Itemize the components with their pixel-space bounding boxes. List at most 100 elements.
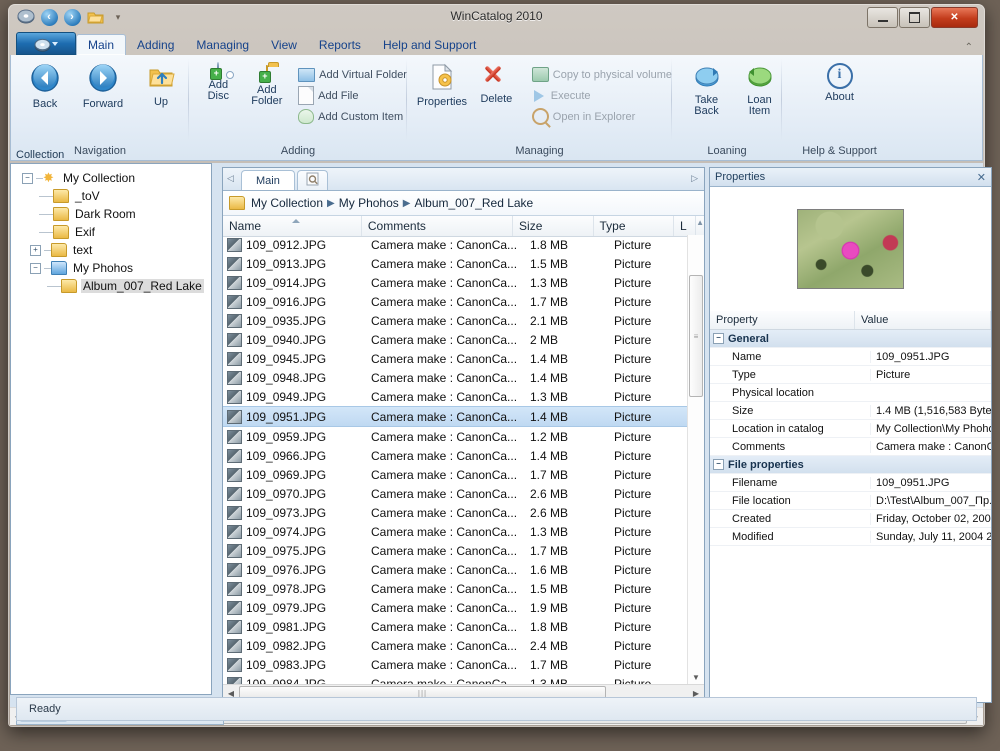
properties-button[interactable]: Properties [415, 63, 469, 108]
table-row[interactable]: 109_0914.JPGCamera make : CanonCa...1.3 … [223, 273, 704, 292]
minimize-ribbon-icon[interactable]: ⌃ [965, 42, 973, 53]
breadcrumb-part-2[interactable]: Album_007_Red Lake [414, 196, 533, 210]
properties-group-row[interactable]: −General [710, 330, 991, 348]
table-row[interactable]: 109_0959.JPGCamera make : CanonCa...1.2 … [223, 427, 704, 446]
table-row[interactable]: 109_0935.JPGCamera make : CanonCa...2.1 … [223, 311, 704, 330]
table-row[interactable]: 109_0912.JPGCamera make : CanonCa...1.8 … [223, 235, 704, 254]
scroll-down-arrow-icon[interactable]: ▼ [688, 669, 704, 685]
breadcrumb[interactable]: My Collection ▶ My Phohos ▶ Album_007_Re… [223, 191, 704, 216]
tab-main[interactable]: Main [76, 34, 126, 55]
table-row[interactable]: 109_0974.JPGCamera make : CanonCa...1.3 … [223, 522, 704, 541]
breadcrumb-part-0[interactable]: My Collection [251, 196, 323, 210]
execute-button[interactable]: Execute [530, 86, 672, 105]
breadcrumb-part-1[interactable]: My Phohos [339, 196, 399, 210]
properties-key: Created [710, 513, 870, 525]
picture-file-icon [227, 620, 242, 634]
add-disc-button[interactable]: + AddDisc [195, 63, 242, 102]
table-row[interactable]: 109_0982.JPGCamera make : CanonCa...2.4 … [223, 636, 704, 655]
tab-reports[interactable]: Reports [308, 35, 372, 55]
loan-item-button[interactable]: LoanItem [737, 63, 782, 117]
properties-key: Modified [710, 531, 870, 543]
ribbon-group-adding: + AddDisc + AddFolder Add Virtual Folder [189, 55, 407, 160]
about-info-icon: i [827, 63, 853, 89]
forward-button[interactable]: Forward [77, 63, 129, 110]
up-button[interactable]: Up [135, 63, 187, 108]
tab-scroll-right-icon[interactable]: ▷ [691, 173, 698, 184]
ribbon-group-loaning: TakeBack LoanItem Loaning [672, 55, 782, 160]
tab-search-view[interactable] [297, 170, 328, 190]
cell-type: Picture [608, 639, 692, 653]
about-button[interactable]: i About [809, 63, 871, 103]
add-virtual-folder-button[interactable]: Add Virtual Folder [296, 65, 407, 84]
folder-icon [53, 225, 69, 239]
column-header-type[interactable]: Type [594, 216, 674, 236]
collapse-icon[interactable]: − [22, 173, 33, 184]
table-row[interactable]: 109_0970.JPGCamera make : CanonCa...2.6 … [223, 484, 704, 503]
table-row[interactable]: 109_0981.JPGCamera make : CanonCa...1.8 … [223, 617, 704, 636]
tab-scroll-left-icon[interactable]: ◁ [227, 173, 234, 184]
copy-to-physical-volume-button[interactable]: Copy to physical volume [530, 65, 672, 84]
loan-item-label-line2: Item [749, 105, 770, 117]
take-back-button[interactable]: TakeBack [684, 63, 729, 117]
minimize-button[interactable] [867, 7, 898, 28]
table-row[interactable]: 109_0969.JPGCamera make : CanonCa...1.7 … [223, 465, 704, 484]
column-header-name[interactable]: Name [223, 216, 362, 236]
table-row[interactable]: 109_0916.JPGCamera make : CanonCa...1.7 … [223, 292, 704, 311]
cell-name: 109_0982.JPG [246, 639, 365, 653]
table-row[interactable]: 109_0979.JPGCamera make : CanonCa...1.9 … [223, 598, 704, 617]
folder-icon [61, 279, 77, 293]
table-row[interactable]: 109_0966.JPGCamera make : CanonCa...1.4 … [223, 446, 704, 465]
cell-name: 109_0970.JPG [246, 487, 365, 501]
tab-view[interactable]: View [260, 35, 308, 55]
open-in-explorer-button[interactable]: Open in Explorer [530, 107, 672, 126]
tree-item-label: text [71, 243, 94, 257]
table-row[interactable]: 109_0913.JPGCamera make : CanonCa...1.5 … [223, 254, 704, 273]
add-folder-button[interactable]: + AddFolder [244, 63, 291, 107]
column-header-size[interactable]: Size [513, 216, 593, 236]
file-list[interactable]: 109_0912.JPGCamera make : CanonCa...1.8 … [223, 235, 704, 685]
table-row[interactable]: 109_0948.JPGCamera make : CanonCa...1.4 … [223, 368, 704, 387]
properties-value: Camera make : CanonC... [870, 441, 991, 453]
list-column-headers[interactable]: Name Comments Size Type L ▲ [223, 216, 704, 237]
application-menu-button[interactable] [16, 32, 76, 55]
tab-managing[interactable]: Managing [185, 35, 260, 55]
properties-value: Picture [870, 369, 991, 381]
cell-type: Picture [608, 333, 692, 347]
scrollbar-thumb[interactable]: ≡ [689, 275, 703, 397]
about-label: About [825, 92, 854, 103]
maximize-button[interactable] [899, 7, 930, 28]
table-row[interactable]: 109_0978.JPGCamera make : CanonCa...1.5 … [223, 579, 704, 598]
add-file-button[interactable]: Add File [296, 86, 407, 105]
window-controls[interactable]: ✕ [867, 7, 978, 28]
picture-file-icon [227, 257, 242, 271]
table-row[interactable]: 109_0940.JPGCamera make : CanonCa...2 MB… [223, 330, 704, 349]
file-list-vertical-scrollbar[interactable]: ▲ ≡ ▼ [687, 235, 704, 685]
back-button[interactable]: Back [19, 63, 71, 110]
add-custom-item-button[interactable]: Add Custom Item [296, 107, 407, 126]
tab-main-view[interactable]: Main [241, 170, 295, 190]
close-button[interactable]: ✕ [931, 7, 978, 28]
tab-help-and-support[interactable]: Help and Support [372, 35, 487, 55]
expand-icon[interactable]: + [30, 245, 41, 256]
scroll-up-arrow-icon[interactable]: ▲ [696, 216, 704, 236]
collapse-icon[interactable]: − [713, 459, 724, 470]
collapse-icon[interactable]: − [713, 333, 724, 344]
delete-button[interactable]: Delete [473, 63, 520, 105]
table-row[interactable]: 109_0976.JPGCamera make : CanonCa...1.6 … [223, 560, 704, 579]
cell-comments: Camera make : CanonCa... [365, 410, 524, 424]
column-header-location[interactable]: L [674, 216, 696, 236]
properties-key: Filename [710, 477, 870, 489]
table-row[interactable]: 109_0973.JPGCamera make : CanonCa...2.6 … [223, 503, 704, 522]
close-icon[interactable]: ✕ [977, 171, 986, 184]
table-row[interactable]: 109_0951.JPGCamera make : CanonCa...1.4 … [223, 406, 704, 427]
table-row[interactable]: 109_0949.JPGCamera make : CanonCa...1.3 … [223, 387, 704, 406]
table-row[interactable]: 109_0945.JPGCamera make : CanonCa...1.4 … [223, 349, 704, 368]
column-header-comments[interactable]: Comments [362, 216, 513, 236]
cell-comments: Camera make : CanonCa... [365, 257, 524, 271]
table-row[interactable]: 109_0983.JPGCamera make : CanonCa...1.7 … [223, 655, 704, 674]
collapse-icon[interactable]: − [30, 263, 41, 274]
table-row[interactable]: 109_0975.JPGCamera make : CanonCa...1.7 … [223, 541, 704, 560]
tab-adding[interactable]: Adding [126, 35, 185, 55]
properties-group-row[interactable]: −File properties [710, 456, 991, 474]
cell-comments: Camera make : CanonCa... [365, 371, 524, 385]
